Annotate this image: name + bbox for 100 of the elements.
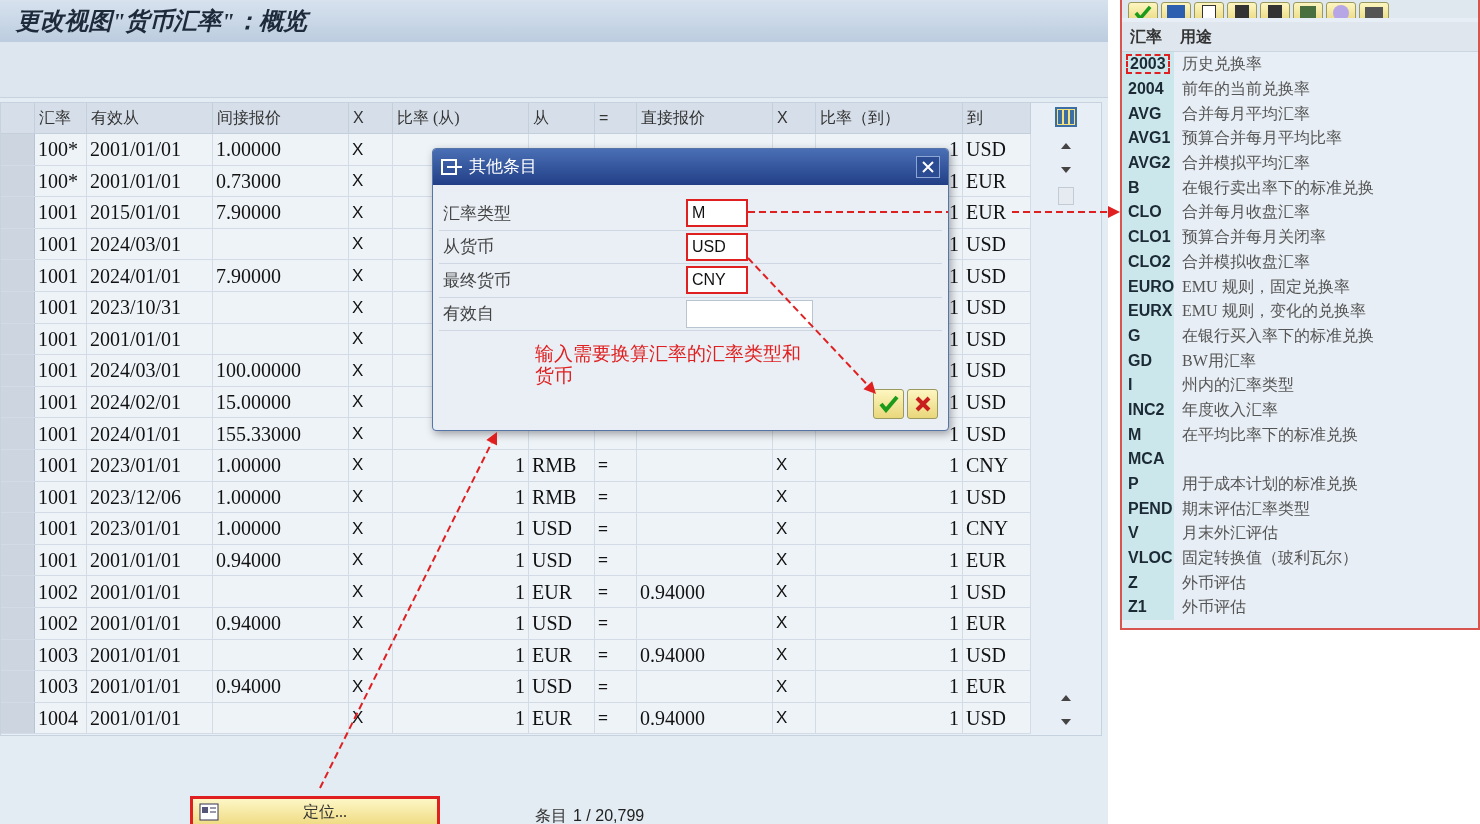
list-item[interactable]: CLO2 合并模拟收盘汇率 xyxy=(1122,249,1478,275)
row-selector[interactable] xyxy=(1,513,35,544)
scroll-up-icon[interactable] xyxy=(1061,695,1071,701)
column-header[interactable]: X xyxy=(777,106,788,130)
table-cell-text: 1001 xyxy=(38,548,78,573)
table-cell-text: EUR xyxy=(966,674,1006,700)
list-item[interactable]: VLOC 固定转换值（玻利瓦尔） xyxy=(1122,545,1478,571)
row-selector[interactable] xyxy=(1,576,35,607)
table-cell-text: = xyxy=(598,644,608,667)
cancel-icon xyxy=(914,396,931,412)
list-item[interactable]: AVG 合并每月平均汇率 xyxy=(1122,101,1478,127)
print-icon[interactable] xyxy=(1359,2,1389,18)
row-selector[interactable] xyxy=(1,260,35,291)
column-header[interactable]: X xyxy=(353,106,364,130)
cancel-button[interactable] xyxy=(907,389,938,419)
row-selector[interactable] xyxy=(1,418,35,449)
column-header[interactable]: 汇率 xyxy=(39,106,71,130)
table-settings-icon[interactable] xyxy=(1055,107,1077,127)
column-header[interactable]: 从 xyxy=(533,106,549,130)
rate-description: 在银行卖出率下的标准兑换 xyxy=(1181,177,1374,198)
row-selector[interactable] xyxy=(1,323,35,355)
list-item[interactable]: 2003 历史兑换率 xyxy=(1122,52,1478,77)
column-header[interactable]: 间接报价 xyxy=(217,106,281,130)
table-cell-text: USD xyxy=(966,137,1006,163)
table-cell-text: = xyxy=(598,517,608,540)
row-selector[interactable] xyxy=(1,671,35,702)
input-field[interactable]: CNY xyxy=(686,266,748,295)
column-header[interactable]: 汇率 xyxy=(1122,24,1172,49)
entry-count: 1 / 20,799 xyxy=(573,806,645,824)
row-selector[interactable] xyxy=(1,386,35,418)
list-item[interactable]: GD BW用汇率 xyxy=(1122,348,1478,373)
row-selector[interactable] xyxy=(1,481,35,513)
list-item[interactable]: CLO 合并每月收盘汇率 xyxy=(1122,200,1478,225)
table-cell-text: = xyxy=(598,454,608,477)
list-item[interactable]: INC2 年度收入汇率 xyxy=(1122,397,1478,423)
close-button[interactable] xyxy=(916,156,940,178)
column-header[interactable]: 直接报价 xyxy=(641,106,705,130)
list-item[interactable]: PEND 期末评估汇率类型 xyxy=(1122,496,1478,522)
rate-description: 期末评估汇率类型 xyxy=(1181,498,1310,519)
row-selector[interactable] xyxy=(1,449,35,481)
row-selector[interactable] xyxy=(1,134,35,165)
scroll-up-icon[interactable] xyxy=(1061,143,1071,149)
input-field[interactable]: M xyxy=(686,199,748,228)
table-cell-text: X xyxy=(352,328,364,351)
row-selector[interactable] xyxy=(1,228,35,260)
row-selector[interactable] xyxy=(1,165,35,197)
row-selector[interactable] xyxy=(1,544,35,576)
list-item[interactable]: I 州内的汇率类型 xyxy=(1122,372,1478,398)
table-cell-text: 1001 xyxy=(38,421,78,447)
row-selector[interactable] xyxy=(1,607,35,639)
row-selector[interactable] xyxy=(1,197,35,228)
scrollbar-thumb[interactable] xyxy=(1058,187,1074,205)
row-selector[interactable] xyxy=(1,355,35,386)
table-cell-text: X xyxy=(352,359,364,382)
table-cell-text: 1 xyxy=(949,453,959,479)
list-item[interactable]: EURX EMU 规则，变化的兑换率 xyxy=(1122,298,1478,324)
row-selector[interactable] xyxy=(1,291,35,323)
table-cell-text: X xyxy=(352,233,364,256)
list-item[interactable]: Z 外币评估 xyxy=(1122,570,1478,596)
list-item[interactable]: B 在银行卖出率下的标准兑换 xyxy=(1122,175,1478,201)
column-header[interactable]: 有效从 xyxy=(91,106,139,130)
list-item[interactable]: EURO EMU 规则，固定兑换率 xyxy=(1122,274,1478,299)
table-cell-text: 1 xyxy=(949,611,959,637)
table-cell-text: USD xyxy=(532,611,572,637)
table-cell-text: 1 xyxy=(949,579,959,605)
input-field[interactable] xyxy=(686,299,813,328)
entry-label: 条目 xyxy=(535,806,567,824)
confirm-icon[interactable] xyxy=(1128,2,1158,18)
list-item[interactable]: P 用于成本计划的标准兑换 xyxy=(1122,471,1478,497)
table-cell-text: 1001 xyxy=(38,326,78,352)
list-item[interactable]: G 在银行买入率下的标准兑换 xyxy=(1122,323,1478,349)
list-item[interactable]: AVG2 合并模拟平均汇率 xyxy=(1122,150,1478,176)
rate-code: G xyxy=(1128,327,1141,344)
field-label: 汇率类型 xyxy=(442,202,512,225)
row-selector[interactable] xyxy=(1,702,35,734)
rate-code: INC2 xyxy=(1128,401,1165,418)
list-item[interactable]: CLO1 预算合并每月关闭率 xyxy=(1122,224,1478,250)
column-header[interactable]: 比率（到） xyxy=(820,106,900,130)
position-button[interactable]: 定位... xyxy=(190,796,440,824)
table-cell-text: 0.94000 xyxy=(640,642,705,668)
table-cell-text: 0.94000 xyxy=(640,706,705,731)
list-item[interactable]: Z1 外币评估 xyxy=(1122,595,1478,620)
confirm-button[interactable] xyxy=(873,389,904,419)
list-item[interactable]: AVG1 预算合并每月平均比率 xyxy=(1122,126,1478,151)
input-field[interactable]: USD xyxy=(686,232,748,261)
table-cell-text: 1 xyxy=(949,516,959,542)
list-item[interactable]: 2004 前年的当前兑换率 xyxy=(1122,76,1478,102)
list-item[interactable]: V 月末外汇评估 xyxy=(1122,521,1478,546)
scroll-down-icon[interactable] xyxy=(1061,719,1071,725)
column-header[interactable]: 到 xyxy=(967,106,983,130)
table-cell-text: 1.00000 xyxy=(216,516,281,542)
list-item[interactable]: MCA xyxy=(1122,447,1478,472)
row-selector[interactable] xyxy=(1,639,35,671)
list-item[interactable]: M 在平均比率下的标准兑换 xyxy=(1122,422,1478,447)
column-header[interactable]: = xyxy=(599,106,609,130)
column-header[interactable]: 比率 (从) xyxy=(397,106,460,130)
column-header[interactable]: 用途 xyxy=(1172,24,1212,49)
page-icon[interactable] xyxy=(1194,2,1224,18)
rate-description: 州内的汇率类型 xyxy=(1181,375,1294,396)
scroll-down-icon[interactable] xyxy=(1061,167,1071,173)
